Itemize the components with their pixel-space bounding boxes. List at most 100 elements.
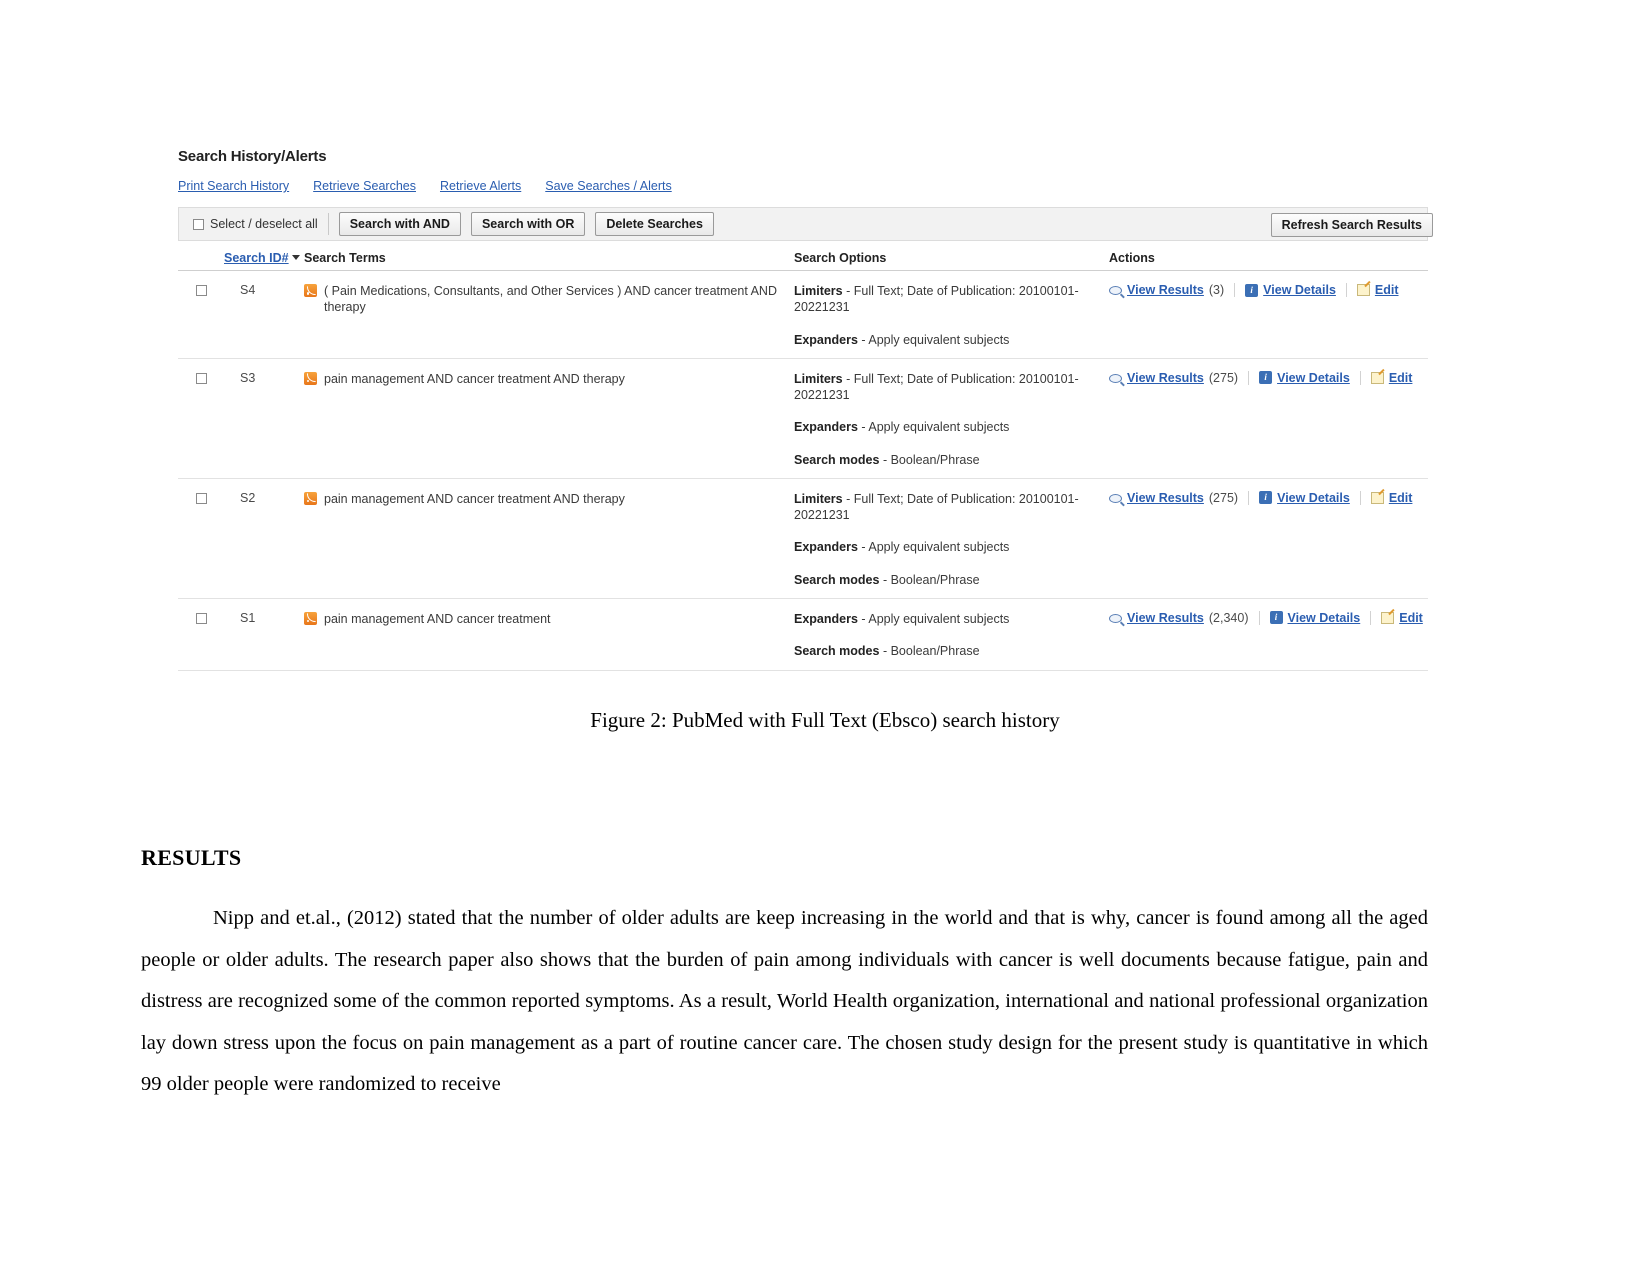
search-with-and-button[interactable]: Search with AND: [338, 212, 461, 236]
link-retrieve-searches[interactable]: Retrieve Searches: [313, 179, 416, 193]
view-details-link[interactable]: View Details: [1288, 611, 1361, 625]
row-checkbox-icon[interactable]: [196, 372, 207, 384]
refresh-search-results-button[interactable]: Refresh Search Results: [1270, 213, 1433, 237]
sort-descending-icon[interactable]: [291, 255, 300, 260]
view-results-link[interactable]: View Results: [1127, 371, 1204, 385]
rss-feed-icon[interactable]: [304, 284, 317, 297]
view-details-action[interactable]: i View Details: [1235, 283, 1347, 297]
edit-link[interactable]: Edit: [1389, 491, 1413, 505]
search-history-table-body: S4 ( Pain Medications, Consultants, and O…: [178, 271, 1428, 671]
view-details-link[interactable]: View Details: [1277, 371, 1350, 385]
pencil-edit-icon: [1370, 491, 1384, 504]
pencil-edit-icon: [1356, 284, 1370, 296]
edit-link[interactable]: Edit: [1389, 371, 1413, 385]
row-select-cell: [178, 283, 224, 348]
header-search-id: Search ID#: [224, 251, 304, 265]
table-row: S1 pain management AND cancer treatment Ex…: [178, 599, 1428, 671]
view-details-action[interactable]: i View Details: [1249, 490, 1361, 505]
row-actions-cell: View Results (3) i View Details Edit: [1109, 283, 1428, 348]
search-option-label: Expanders: [794, 332, 858, 347]
search-option-value: - Apply equivalent subjects: [861, 420, 1010, 435]
search-option-value: - Apply equivalent subjects: [861, 611, 1010, 626]
search-option-label: Expanders: [794, 420, 858, 435]
search-option-value: - Boolean/Phrase: [882, 644, 980, 658]
row-search-options-cell: Limiters - Full Text; Date of Publicatio…: [794, 283, 1109, 348]
search-option-value: - Apply equivalent subjects: [861, 332, 1010, 347]
rss-feed-icon[interactable]: [304, 371, 317, 385]
magnifier-icon: [1109, 286, 1122, 295]
sort-search-id-link[interactable]: Search ID#: [224, 251, 289, 265]
search-option-label: Search modes: [794, 452, 880, 467]
row-search-id: S3: [240, 370, 256, 385]
edit-action[interactable]: Edit: [1371, 611, 1423, 625]
search-option-label: Expanders: [794, 540, 858, 555]
link-retrieve-alerts[interactable]: Retrieve Alerts: [440, 179, 521, 193]
result-count: (2,340): [1208, 610, 1249, 625]
search-option: Expanders - Apply equivalent subjects: [794, 419, 1109, 435]
view-details-action[interactable]: i View Details: [1260, 610, 1372, 625]
search-option: Expanders - Apply equivalent subjects: [794, 332, 1109, 348]
magnifier-icon: [1109, 613, 1122, 623]
panel-title: Search History/Alerts: [178, 148, 327, 165]
results-paragraph: Nipp and et.al., (2012) stated that the …: [141, 907, 1428, 1095]
view-results-action[interactable]: View Results (2,340): [1109, 610, 1260, 625]
edit-action[interactable]: Edit: [1347, 283, 1399, 297]
row-search-options-cell: Limiters - Full Text; Date of Publicatio…: [794, 491, 1109, 588]
search-option: Limiters - Full Text; Date of Publicatio…: [794, 491, 1109, 524]
view-details-link[interactable]: View Details: [1277, 491, 1350, 505]
row-actions-cell: View Results (275) i View Details Edit: [1109, 370, 1428, 468]
edit-action[interactable]: Edit: [1361, 491, 1413, 505]
row-search-options-cell: Expanders - Apply equivalent subjects Sea…: [794, 611, 1109, 660]
result-count: (275): [1208, 490, 1239, 505]
view-results-link[interactable]: View Results: [1127, 611, 1204, 625]
info-icon: i: [1269, 611, 1283, 625]
select-deselect-all-control[interactable]: Select / deselect all: [193, 213, 329, 235]
magnifier-icon: [1109, 493, 1122, 503]
row-checkbox-icon[interactable]: [196, 492, 207, 504]
ebsco-utility-links: Print Search History Retrieve Searches R…: [178, 179, 1428, 193]
select-deselect-all-label: Select / deselect all: [210, 217, 318, 231]
delete-searches-button[interactable]: Delete Searches: [595, 212, 714, 236]
figure-caption: Figure 2: PubMed with Full Text (Ebsco) …: [590, 708, 1060, 732]
row-search-id: S1: [240, 610, 256, 625]
view-results-action[interactable]: View Results (3): [1109, 283, 1236, 297]
row-search-terms-cell: ( Pain Medications, Consultants, and Oth…: [304, 283, 794, 348]
search-option: Expanders - Apply equivalent subjects: [794, 611, 1109, 627]
row-search-terms: ( Pain Medications, Consultants, and Oth…: [324, 284, 777, 315]
link-print-search-history[interactable]: Print Search History: [178, 179, 289, 193]
table-header-row: Search ID# Search Terms Search Options A…: [178, 241, 1428, 271]
checkbox-icon[interactable]: [193, 218, 204, 230]
result-count: (275): [1208, 370, 1239, 385]
info-icon: i: [1259, 491, 1273, 505]
header-search-terms: Search Terms: [304, 251, 386, 265]
view-details-action[interactable]: i View Details: [1249, 370, 1361, 385]
search-option: Search modes - Boolean/Phrase: [794, 452, 1109, 468]
row-checkbox-icon[interactable]: [196, 612, 207, 624]
view-results-link[interactable]: View Results: [1127, 283, 1204, 297]
row-search-terms: pain management AND cancer treatment: [324, 611, 551, 626]
search-option: Limiters - Full Text; Date of Publicatio…: [794, 283, 1109, 316]
row-search-terms-cell: pain management AND cancer treatment AND…: [304, 371, 794, 468]
rss-feed-icon[interactable]: [304, 491, 317, 505]
link-save-searches-alerts[interactable]: Save Searches / Alerts: [545, 179, 671, 193]
row-checkbox-icon[interactable]: [196, 285, 207, 296]
rss-feed-icon[interactable]: [304, 611, 317, 625]
edit-link[interactable]: Edit: [1375, 283, 1399, 297]
header-actions: Actions: [1109, 251, 1155, 265]
row-search-options-cell: Limiters - Full Text; Date of Publicatio…: [794, 371, 1109, 468]
view-results-link[interactable]: View Results: [1127, 491, 1204, 505]
view-details-link[interactable]: View Details: [1263, 283, 1336, 297]
edit-link[interactable]: Edit: [1399, 611, 1423, 625]
info-icon: i: [1245, 283, 1259, 297]
row-search-id: S4: [240, 283, 256, 297]
search-with-or-button[interactable]: Search with OR: [470, 212, 586, 236]
view-results-action[interactable]: View Results (275): [1109, 370, 1250, 385]
pencil-edit-icon: [1381, 611, 1395, 624]
row-select-cell: [178, 491, 224, 588]
search-option-label: Limiters: [794, 491, 843, 506]
search-option: Search modes - Boolean/Phrase: [794, 572, 1109, 588]
row-select-cell: [178, 371, 224, 468]
edit-action[interactable]: Edit: [1361, 371, 1413, 385]
row-search-terms-cell: pain management AND cancer treatment AND…: [304, 491, 794, 588]
view-results-action[interactable]: View Results (275): [1109, 490, 1250, 505]
